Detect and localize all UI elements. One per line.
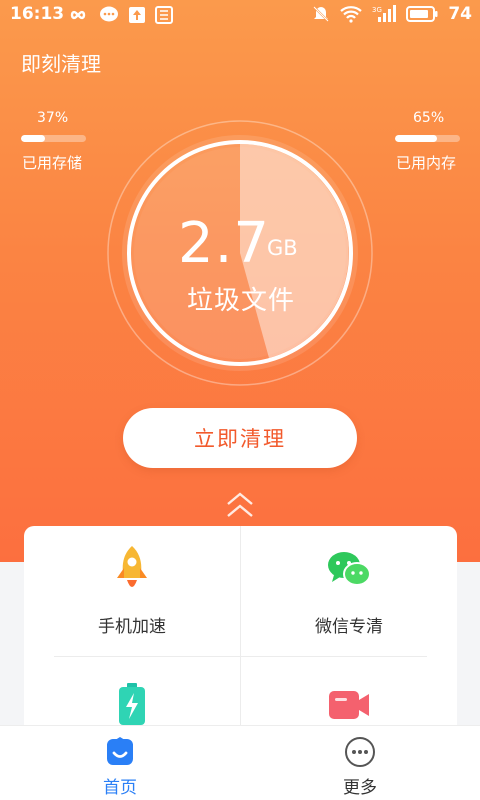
- junk-label: 垃圾文件: [187, 286, 296, 316]
- tab-label: 首页: [103, 778, 137, 798]
- status-time: 16:13: [10, 4, 65, 24]
- message-icon: [100, 6, 118, 22]
- feature-wechat-clean[interactable]: 微信专清: [241, 526, 457, 656]
- storage-label: 已用存储: [22, 154, 83, 172]
- feature-label: 手机加速: [98, 617, 166, 637]
- storage-meter: 37% 已用存储: [21, 110, 111, 176]
- memory-meter: 65% 已用内存: [395, 110, 475, 176]
- infinity-icon: [70, 10, 86, 20]
- memory-bar: [395, 135, 460, 142]
- memory-bar-fill: [395, 135, 438, 142]
- home-icon: [107, 737, 133, 765]
- battery-level: 74: [448, 4, 472, 24]
- storage-bar: [21, 135, 86, 142]
- gauge-readout: 2.7 GB 垃圾文件: [105, 118, 375, 388]
- chevron-up-icon[interactable]: [224, 490, 256, 520]
- memory-label: 已用内存: [396, 154, 457, 172]
- app-icon: [155, 6, 173, 24]
- rocket-icon: [117, 546, 147, 587]
- feature-phone-boost[interactable]: 手机加速: [24, 526, 240, 656]
- tab-more[interactable]: 更多: [300, 726, 420, 800]
- svg-text:3G: 3G: [372, 6, 382, 14]
- bottom-tab-bar: 首页 更多: [0, 725, 480, 800]
- battery-charge-icon: [119, 683, 145, 725]
- feature-video[interactable]: [241, 657, 457, 726]
- memory-percent: 65%: [413, 110, 445, 126]
- mute-icon: [313, 6, 330, 22]
- video-icon: [329, 691, 369, 719]
- storage-percent: 37%: [37, 110, 69, 126]
- status-bar: 16:13 3G 74: [0, 0, 480, 30]
- feature-battery[interactable]: [24, 657, 240, 726]
- feature-label: 微信专清: [315, 617, 383, 637]
- clean-now-button[interactable]: 立即清理: [123, 408, 357, 468]
- wifi-icon: [340, 6, 363, 23]
- battery-icon: [406, 6, 438, 22]
- wechat-icon: [328, 552, 371, 586]
- page-title: 即刻清理: [21, 52, 101, 76]
- tab-home[interactable]: 首页: [60, 726, 180, 800]
- junk-size-value: 2.7: [178, 211, 271, 276]
- tab-label: 更多: [343, 778, 377, 798]
- junk-size-unit: GB: [267, 236, 298, 260]
- feature-card: 手机加速 微信专清: [24, 526, 457, 726]
- storage-bar-fill: [21, 135, 46, 142]
- signal-3g-icon: 3G: [372, 5, 397, 22]
- upload-icon: [129, 7, 145, 23]
- more-icon: [345, 737, 375, 767]
